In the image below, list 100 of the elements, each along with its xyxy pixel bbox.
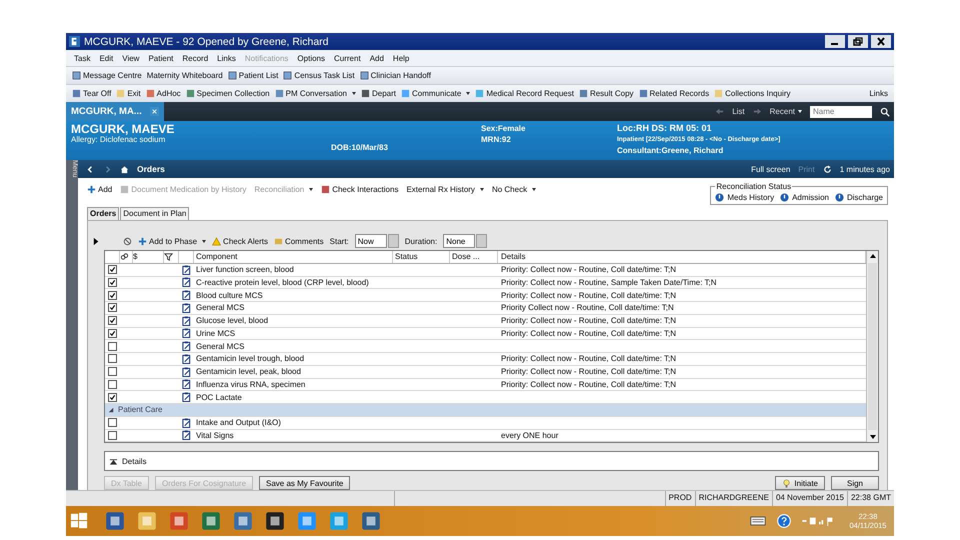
checkbox[interactable] (108, 380, 116, 389)
group-row[interactable]: Patient Care (105, 404, 866, 417)
search-icon[interactable] (880, 106, 890, 116)
plus-icon[interactable] (87, 185, 96, 194)
app-icon[interactable] (264, 510, 286, 532)
toolbar-button[interactable]: Message Centre (72, 71, 142, 80)
action-button[interactable]: Sign (831, 476, 879, 490)
action-button[interactable]: External Rx History (406, 185, 484, 194)
square-icon[interactable] (72, 89, 81, 98)
recent-button[interactable]: Recent (770, 107, 802, 116)
menu-item[interactable]: Current (334, 54, 361, 62)
square-icon[interactable] (186, 89, 195, 98)
refresh-button[interactable]: 1 minutes ago (840, 164, 890, 174)
toolbar-button[interactable]: Clinician Handoff (360, 71, 431, 80)
scroll-bar[interactable] (866, 251, 878, 442)
tab[interactable]: Orders (87, 207, 120, 220)
action-button[interactable]: Initiate (775, 476, 825, 490)
square-icon[interactable] (146, 89, 155, 98)
toolbar-button[interactable]: Medical Record Request (475, 89, 574, 98)
reconciliation-link[interactable]: Meds History (715, 193, 774, 202)
square-icon[interactable] (283, 71, 292, 80)
prohibit-icon[interactable] (123, 236, 132, 246)
keyboard-icon[interactable] (750, 514, 766, 528)
expand-icon[interactable] (109, 456, 118, 466)
square-icon[interactable] (72, 71, 81, 80)
left-arrow-icon[interactable] (715, 107, 724, 116)
action-button[interactable]: Add (87, 185, 112, 194)
menu-item[interactable]: Record (182, 54, 208, 62)
column-header[interactable]: Component (194, 251, 393, 263)
tab[interactable]: Document in Plan (120, 207, 190, 220)
column-header[interactable]: Status (393, 251, 450, 263)
square-icon[interactable] (321, 185, 330, 194)
toolbar-button[interactable]: Census Task List (283, 71, 355, 80)
right-arrow-icon[interactable] (752, 107, 762, 116)
toolbar-button[interactable]: AdHoc (146, 89, 181, 98)
menu-item[interactable]: Edit (99, 54, 114, 62)
windows-icon[interactable] (70, 512, 88, 530)
menu-item[interactable]: Task (74, 54, 90, 62)
comments-button[interactable]: Comments (274, 236, 324, 246)
app-icon[interactable] (360, 510, 382, 532)
duration-field[interactable]: None (443, 234, 476, 248)
help-icon[interactable] (776, 514, 792, 528)
menu-item[interactable]: Add (370, 54, 384, 62)
toolbar-button[interactable]: Specimen Collection (186, 89, 270, 98)
action-button[interactable]: Check Interactions (321, 185, 398, 194)
menu-item[interactable]: Options (297, 54, 325, 62)
info-icon[interactable] (834, 193, 844, 202)
checkbox[interactable] (108, 278, 116, 287)
checkbox[interactable] (108, 303, 116, 312)
square-icon[interactable] (578, 89, 588, 98)
toolbar-button[interactable]: Tear Off (72, 89, 112, 98)
toolbar-button[interactable]: Patient List (228, 71, 278, 80)
toolbar-button[interactable]: Communicate (400, 89, 470, 98)
full-screen-button[interactable]: Full screen (751, 164, 790, 174)
checkbox[interactable] (108, 367, 116, 376)
home-icon[interactable] (120, 164, 129, 174)
add-to-phase-button[interactable]: Add to Phase (138, 236, 206, 246)
toolbar-button[interactable]: PM Conversation (274, 89, 356, 98)
toolbar-button[interactable]: Result Copy (578, 89, 634, 98)
links-button[interactable]: Links (869, 89, 888, 98)
square-icon[interactable] (638, 89, 648, 98)
checkbox[interactable] (108, 316, 116, 326)
checkbox[interactable] (108, 354, 116, 364)
checkbox[interactable] (108, 290, 116, 300)
check-alerts-button[interactable]: Check Alerts (212, 236, 268, 246)
start-field[interactable]: Now (354, 234, 387, 248)
square-icon[interactable] (228, 71, 237, 80)
toolbar-button[interactable]: Depart (360, 89, 396, 98)
square-icon[interactable] (274, 89, 284, 98)
app-icon[interactable] (200, 510, 222, 532)
checkbox[interactable] (108, 328, 116, 338)
menu-item[interactable]: Links (217, 54, 236, 62)
warning-icon[interactable] (212, 236, 222, 246)
lightbulb-icon[interactable] (782, 478, 792, 488)
details-panel[interactable]: Details (104, 451, 879, 472)
restore-icon[interactable] (848, 35, 868, 48)
checkbox[interactable] (108, 430, 116, 440)
minimize-icon[interactable] (825, 35, 845, 48)
back-icon[interactable] (86, 164, 95, 174)
toolbar-button[interactable]: Collections Inquiry (714, 89, 790, 98)
menu-item[interactable]: Help (392, 54, 410, 62)
expand-icon[interactable] (92, 236, 101, 246)
info-icon[interactable] (780, 193, 790, 202)
action-button[interactable]: No Check (492, 185, 536, 194)
square-icon[interactable] (360, 71, 369, 80)
menu-item[interactable]: View (122, 54, 140, 62)
close-icon[interactable] (871, 35, 891, 48)
toolbar-button[interactable]: Related Records (638, 89, 710, 98)
toolbar-button[interactable]: Exit (116, 89, 141, 98)
reconciliation-link[interactable]: Admission (780, 193, 829, 202)
checkbox[interactable] (108, 392, 116, 402)
action-button[interactable]: Save as My Favourite (259, 476, 350, 490)
forward-icon[interactable] (103, 164, 112, 174)
checkbox[interactable] (108, 342, 116, 351)
collapse-icon[interactable] (108, 406, 114, 413)
column-header[interactable]: Dose ... (450, 251, 498, 263)
filter-icon[interactable] (164, 252, 173, 262)
checkbox[interactable] (108, 418, 116, 428)
checkbox[interactable] (108, 265, 116, 274)
app-icon[interactable] (232, 510, 254, 532)
